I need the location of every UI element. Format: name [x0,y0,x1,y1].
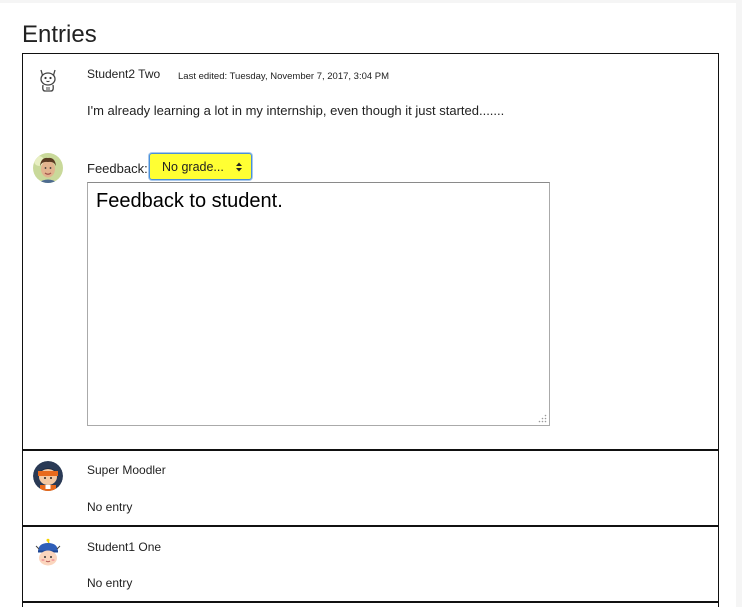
no-entry-text: No entry [87,576,133,590]
page-panel: Entries Student2 Two Last edited: Tuesda… [0,3,736,607]
entry-text: I'm already learning a lot in my interns… [87,103,505,118]
grade-select[interactable]: No grade... [149,153,252,180]
last-edited-date: Last edited: Tuesday, November 7, 2017, … [178,71,390,82]
entry-student1: Student1 One No entry [22,526,719,603]
entry-student2: Student2 Two Last edited: Tuesday, Novem… [22,53,719,451]
author-name: Student2 Two [87,67,161,81]
feedback-textarea-value: Feedback to student. [96,190,283,212]
teacher-avatar-icon [33,153,63,183]
cat-avatar-icon [33,64,63,94]
entry-partial [22,602,719,607]
feedback-textarea[interactable]: Feedback to student. [87,182,550,426]
author-name: Student1 One [87,540,162,554]
sort-arrows-icon [236,162,242,172]
entry-super-moodler: Super Moodler No entry [22,450,719,527]
student-avatar-icon [33,538,63,568]
moodler-avatar-icon [33,461,63,491]
resize-grip-icon[interactable] [538,414,547,423]
grade-select-value: No grade... [162,160,224,174]
author-name: Super Moodler [87,463,166,477]
feedback-label: Feedback: [87,161,148,176]
entries-heading: Entries [22,21,97,48]
no-entry-text: No entry [87,500,133,514]
